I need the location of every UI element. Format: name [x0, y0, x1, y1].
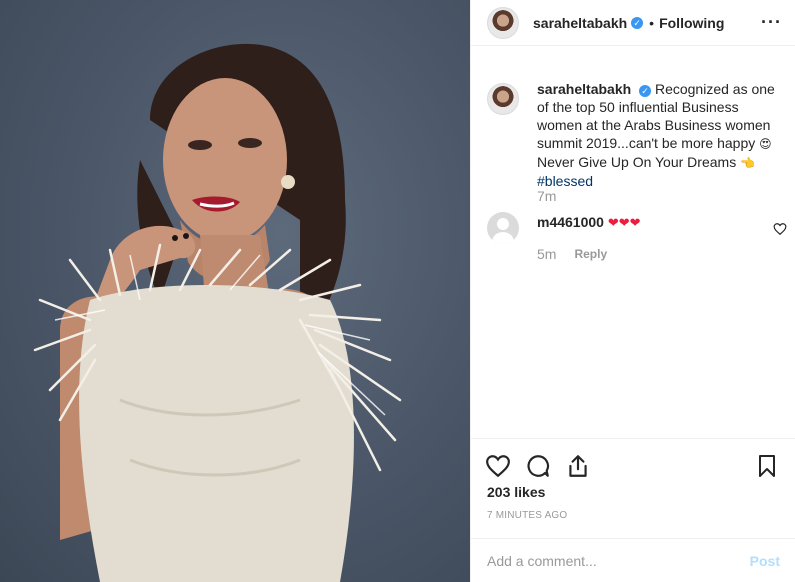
following-button[interactable]: Following	[659, 15, 724, 31]
comment-timestamp[interactable]: 5m	[537, 246, 556, 262]
caption-text: saraheltabakh ✓ Recognized as one of the…	[537, 80, 779, 190]
caption-username[interactable]: saraheltabakh	[537, 81, 631, 97]
heart-eyes-emoji-icon: 😍	[759, 137, 772, 151]
add-comment-bar: Post	[471, 538, 795, 582]
post-photo-illustration	[33, 43, 402, 582]
action-bar	[471, 438, 795, 482]
comment-username[interactable]: m4461000	[537, 214, 604, 230]
author-username[interactable]: saraheltabakh	[533, 15, 627, 31]
bookmark-icon[interactable]	[754, 453, 780, 479]
commenter-avatar[interactable]	[487, 212, 519, 244]
verified-badge-icon: ✓	[631, 16, 644, 29]
more-options-icon[interactable]: ···	[761, 12, 782, 33]
verified-badge-icon: ✓	[639, 85, 652, 97]
separator-dot: •	[649, 14, 655, 31]
post-details-panel: saraheltabakh ✓ • Following ··· sarahelt…	[470, 0, 795, 582]
comment-icon[interactable]	[525, 453, 551, 479]
hashtag-link[interactable]: #blessed	[537, 173, 593, 189]
post-photo[interactable]	[0, 0, 470, 582]
comment-item: m4461000 ❤❤❤	[487, 212, 787, 244]
post-comment-button[interactable]: Post	[750, 553, 780, 569]
add-comment-input[interactable]	[487, 552, 750, 569]
author-avatar[interactable]	[487, 6, 519, 39]
caption-avatar[interactable]	[487, 83, 519, 115]
caption-body-continued: Never Give Up On Your Dreams	[537, 154, 737, 170]
caption: saraheltabakh ✓ Recognized as one of the…	[487, 80, 787, 190]
pointing-hand-emoji-icon: 👈	[740, 156, 756, 170]
heart-icon[interactable]	[485, 453, 511, 479]
post-header: saraheltabakh ✓ • Following ···	[471, 0, 795, 46]
comment-text: m4461000 ❤❤❤	[537, 214, 641, 231]
post-timestamp[interactable]: 7 MINUTES AGO	[487, 510, 567, 521]
share-icon[interactable]	[565, 453, 591, 479]
reply-button[interactable]: Reply	[574, 247, 607, 261]
comment-meta: 5m Reply	[537, 246, 607, 262]
likes-count[interactable]: 203 likes	[487, 484, 545, 500]
caption-timestamp[interactable]: 7m	[537, 188, 556, 204]
comment-like-heart-icon[interactable]	[773, 222, 787, 236]
comment-body: ❤❤❤	[607, 215, 641, 230]
